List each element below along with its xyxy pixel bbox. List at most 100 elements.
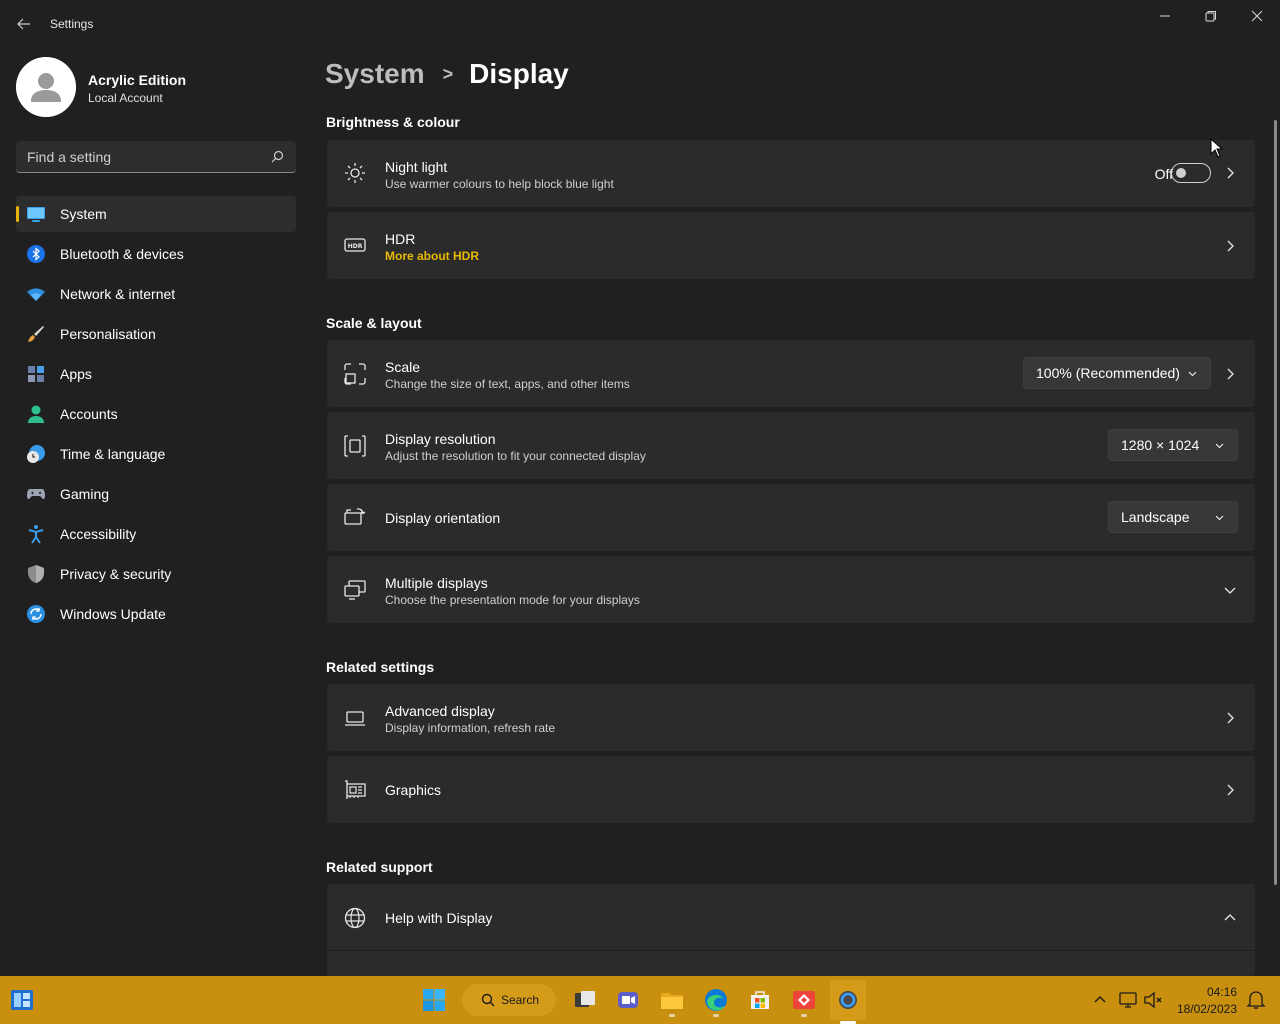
display-resolution-title: Display resolution bbox=[385, 431, 496, 447]
bluetooth-icon bbox=[26, 244, 46, 264]
sidebar-item-label: Time & language bbox=[60, 446, 166, 462]
sidebar-item-apps[interactable]: Apps bbox=[16, 356, 296, 392]
accessibility-icon bbox=[26, 524, 46, 544]
section-heading-brightness: Brightness & colour bbox=[326, 114, 460, 130]
chevron-right-icon[interactable] bbox=[1223, 166, 1237, 180]
chevron-up-icon[interactable] bbox=[1086, 986, 1114, 1014]
update-icon bbox=[26, 604, 46, 624]
mouse-cursor-icon bbox=[1210, 138, 1224, 158]
search-placeholder: Find a setting bbox=[27, 149, 112, 165]
widgets-icon[interactable] bbox=[8, 986, 36, 1014]
hdr-title: HDR bbox=[385, 231, 416, 247]
sidebar-item-label: Network & internet bbox=[60, 286, 176, 302]
shield-icon bbox=[26, 564, 46, 584]
back-arrow-icon[interactable] bbox=[12, 12, 36, 36]
sidebar-item-time-language[interactable]: Time & language bbox=[16, 436, 296, 472]
chevron-right-icon[interactable] bbox=[1223, 711, 1237, 725]
sidebar-item-gaming[interactable]: Gaming bbox=[16, 476, 296, 512]
resolution-value: 1280 × 1024 bbox=[1121, 437, 1200, 453]
search-icon bbox=[271, 150, 284, 163]
edge-browser-icon[interactable] bbox=[702, 986, 730, 1014]
multiple-displays-card[interactable]: Multiple displays Choose the presentatio… bbox=[327, 556, 1255, 623]
sidebar-item-network[interactable]: Network & internet bbox=[16, 276, 296, 312]
task-view-icon[interactable] bbox=[571, 986, 599, 1014]
multiple-displays-icon bbox=[343, 578, 367, 602]
running-indicator bbox=[669, 1014, 675, 1017]
sidebar-item-system[interactable]: System bbox=[16, 196, 296, 232]
sidebar-item-label: Bluetooth & devices bbox=[60, 246, 184, 262]
more-about-hdr-link[interactable]: More about HDR bbox=[385, 249, 479, 263]
resolution-dropdown[interactable]: 1280 × 1024 bbox=[1108, 429, 1238, 461]
search-input[interactable]: Find a setting bbox=[16, 141, 296, 173]
search-icon bbox=[481, 993, 495, 1007]
sidebar-item-label: Accessibility bbox=[60, 526, 137, 542]
clock-globe-icon bbox=[26, 444, 46, 464]
orientation-dropdown[interactable]: Landscape bbox=[1108, 501, 1238, 533]
user-profile[interactable]: Acrylic Edition Local Account bbox=[16, 57, 296, 117]
multiple-displays-subtitle: Choose the presentation mode for your di… bbox=[385, 593, 640, 607]
person-icon bbox=[26, 404, 46, 424]
breadcrumb-parent[interactable]: System bbox=[325, 58, 425, 90]
sidebar-item-label: Personalisation bbox=[60, 326, 156, 342]
sidebar-item-label: Apps bbox=[60, 366, 92, 382]
help-with-display-card[interactable]: Help with Display bbox=[327, 884, 1255, 976]
display-orientation-card[interactable]: Display orientation Landscape bbox=[327, 484, 1255, 551]
wifi-icon bbox=[26, 284, 46, 304]
clock-date[interactable]: 18/02/2023 bbox=[1177, 1002, 1237, 1016]
graphics-title: Graphics bbox=[385, 782, 442, 798]
sidebar-item-windows-update[interactable]: Windows Update bbox=[16, 596, 296, 632]
graphics-card-icon bbox=[343, 778, 367, 802]
multiple-displays-title: Multiple displays bbox=[385, 575, 488, 591]
avatar bbox=[16, 57, 76, 117]
apps-icon bbox=[26, 364, 46, 384]
chevron-right-icon[interactable] bbox=[1223, 783, 1237, 797]
chevron-right-icon[interactable] bbox=[1223, 367, 1237, 381]
running-indicator bbox=[713, 1014, 719, 1017]
sidebar-item-accessibility[interactable]: Accessibility bbox=[16, 516, 296, 552]
graphics-card[interactable]: Graphics bbox=[327, 756, 1255, 823]
notifications-icon[interactable] bbox=[1242, 986, 1270, 1014]
resolution-icon bbox=[343, 434, 367, 458]
profile-account-type: Local Account bbox=[88, 91, 163, 105]
advanced-display-card[interactable]: Advanced display Display information, re… bbox=[327, 684, 1255, 751]
file-explorer-icon[interactable] bbox=[658, 986, 686, 1014]
hdr-card[interactable]: HDR HDR More about HDR bbox=[327, 212, 1255, 279]
night-light-toggle[interactable] bbox=[1171, 163, 1211, 183]
scale-card[interactable]: Scale Change the size of text, apps, and… bbox=[327, 340, 1255, 407]
chevron-right-icon[interactable] bbox=[1223, 239, 1237, 253]
chevron-down-icon bbox=[1188, 371, 1197, 377]
monitor-icon bbox=[26, 204, 46, 224]
anydesk-icon[interactable] bbox=[790, 986, 818, 1014]
teams-chat-icon[interactable] bbox=[614, 986, 642, 1014]
sidebar-item-accounts[interactable]: Accounts bbox=[16, 396, 296, 432]
microsoft-store-icon[interactable] bbox=[746, 986, 774, 1014]
display-resolution-card[interactable]: Display resolution Adjust the resolution… bbox=[327, 412, 1255, 479]
chevron-down-icon bbox=[1215, 515, 1224, 521]
settings-app-icon[interactable] bbox=[834, 986, 862, 1014]
scale-dropdown[interactable]: 100% (Recommended) bbox=[1023, 357, 1211, 389]
help-with-display-title: Help with Display bbox=[385, 910, 493, 926]
sidebar-item-bluetooth[interactable]: Bluetooth & devices bbox=[16, 236, 296, 272]
network-wired-icon[interactable] bbox=[1114, 986, 1142, 1014]
scrollbar[interactable] bbox=[1274, 120, 1277, 885]
toggle-knob bbox=[1176, 168, 1186, 178]
taskbar-search-button[interactable]: Search bbox=[462, 984, 556, 1016]
close-button[interactable] bbox=[1234, 0, 1280, 32]
start-button-icon[interactable] bbox=[420, 986, 448, 1014]
title-bar: Settings bbox=[0, 0, 1280, 48]
section-heading-scale-layout: Scale & layout bbox=[326, 315, 422, 331]
restore-button[interactable] bbox=[1188, 0, 1234, 32]
night-light-card[interactable]: Night light Use warmer colours to help b… bbox=[327, 140, 1255, 207]
globe-icon bbox=[343, 906, 367, 930]
volume-muted-icon[interactable] bbox=[1139, 986, 1167, 1014]
scale-value: 100% (Recommended) bbox=[1036, 365, 1180, 381]
sidebar-item-privacy[interactable]: Privacy & security bbox=[16, 556, 296, 592]
display-resolution-subtitle: Adjust the resolution to fit your connec… bbox=[385, 449, 646, 463]
clock-time[interactable]: 04:16 bbox=[1207, 985, 1237, 999]
sidebar-item-personalisation[interactable]: Personalisation bbox=[16, 316, 296, 352]
orientation-value: Landscape bbox=[1121, 509, 1190, 525]
scale-title: Scale bbox=[385, 359, 421, 375]
minimize-button[interactable] bbox=[1142, 0, 1188, 32]
chevron-up-icon[interactable] bbox=[1223, 911, 1237, 925]
chevron-down-icon[interactable] bbox=[1223, 583, 1237, 597]
